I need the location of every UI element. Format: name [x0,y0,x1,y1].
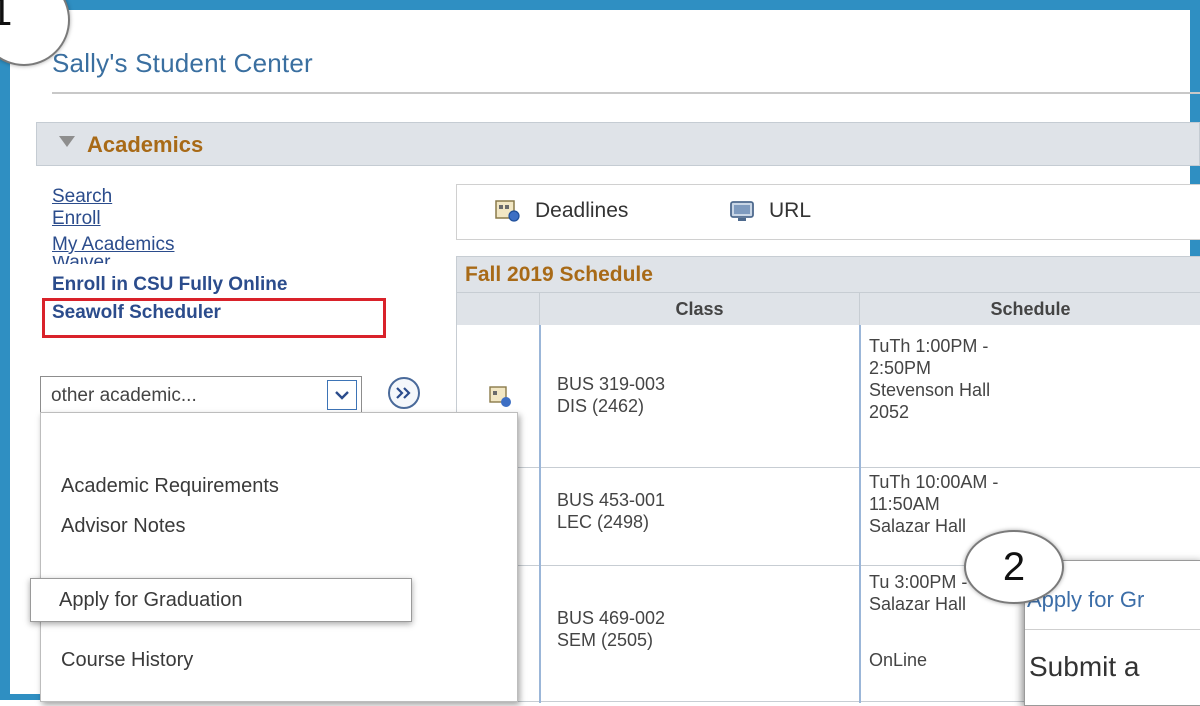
collapse-triangle-icon[interactable] [59,136,75,147]
column-divider [859,325,861,703]
title-divider [52,92,1200,94]
my-academics-link[interactable]: My Academics [52,234,287,256]
schedule-line: TuTh 10:00AM - [869,472,999,492]
waiver-link[interactable]: Waiver [52,256,287,264]
class-code: BUS 469-002 [557,608,666,628]
schedule-line: 2052 [869,402,910,422]
dialog-divider [1025,629,1200,630]
schedule-line: 11:50AM [869,494,940,514]
schedule-line: Salazar Hall [869,516,967,536]
dropdown-button[interactable] [327,380,357,410]
monitor-icon [730,201,754,221]
schedule-line: Tu 3:00PM - [869,572,968,592]
dialog-body-text: Submit a [1029,651,1140,682]
table-row-2-class[interactable]: BUS 453-001 LEC (2498) [557,489,665,533]
table-row-1-class[interactable]: BUS 319-003 DIS (2462) [557,373,665,417]
schedule-column-header: Schedule [859,293,1200,325]
column-divider [539,325,541,703]
class-column-header: Class [539,293,859,325]
schedule-title: Fall 2019 Schedule [465,263,653,286]
option-advisor-notes[interactable]: Advisor Notes [61,515,186,538]
class-section: LEC (2498) [557,512,650,532]
deadlines-button[interactable]: Deadlines [495,199,628,223]
schedule-line: Salazar Hall [869,594,967,614]
class-code: BUS 319-003 [557,374,666,394]
step-2-number: 2 [1002,544,1026,589]
class-section: SEM (2505) [557,630,654,650]
schedule-line: Stevenson Hall [869,380,991,400]
step-1-number: 1 [0,0,13,34]
table-row-3-schedule: Tu 3:00PM - Salazar Hall OnLine [869,571,967,671]
highlight-box [42,298,386,338]
enroll-link[interactable]: Enroll [52,208,287,230]
enroll-csu-fully-online-link[interactable]: Enroll in CSU Fully Online [52,274,287,296]
calendar-gear-icon [495,200,520,222]
go-button[interactable] [388,377,420,409]
toolbar: Deadlines URL [456,184,1200,240]
option-academic-requirements[interactable]: Academic Requirements [61,475,279,498]
schedule-line: 2:50PM [869,358,932,378]
option-apply-for-graduation[interactable]: Apply for Graduation [30,578,412,622]
apply-for-graduation-label: Apply for Graduation [59,589,243,611]
class-section: DIS (2462) [557,396,645,416]
select-value: other academic... [51,385,197,406]
icon-column-header [457,293,539,325]
academic-options-dropdown: Academic Requirements Advisor Notes Clas… [40,412,518,702]
schedule-line: OnLine [869,650,928,670]
search-link[interactable]: Search [52,186,287,208]
row-divider [457,467,1200,468]
table-row-3-class[interactable]: BUS 469-002 SEM (2505) [557,607,665,651]
chevron-down-icon [335,391,349,400]
table-row-1-schedule: TuTh 1:00PM - 2:50PM Stevenson Hall 2052 [869,335,990,423]
step-2-marker: 2 [964,530,1064,604]
table-row-2-schedule: TuTh 10:00AM - 11:50AM Salazar Hall [869,471,998,537]
url-button[interactable]: URL [729,199,811,223]
schedule-line: TuTh 1:00PM - [869,336,989,356]
schedule-title-bar: Fall 2019 Schedule [457,257,1200,293]
option-course-history[interactable]: Course History [61,649,193,672]
class-code: BUS 453-001 [557,490,666,510]
academics-section-label: Academics [87,132,204,157]
deadlines-label: Deadlines [535,199,629,222]
double-chevron-right-icon [396,387,411,399]
class-details-icon[interactable] [489,385,513,409]
url-label: URL [769,199,812,222]
schedule-line [869,615,967,637]
page-title: Sally's Student Center [52,48,313,78]
other-academic-select[interactable]: other academic... [40,376,362,414]
academics-section-header[interactable]: Academics [36,122,1200,166]
